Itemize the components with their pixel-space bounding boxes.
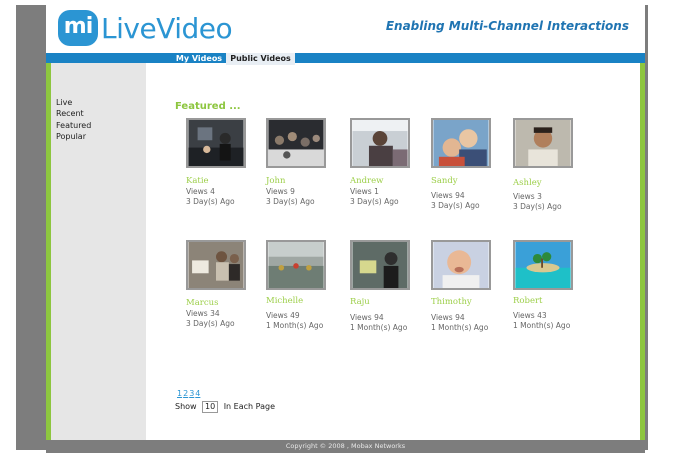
logo-text[interactable]: LiveVideo: [101, 12, 233, 45]
video-title[interactable]: Michelle: [266, 296, 303, 306]
video-views: Views 94: [350, 313, 384, 322]
video-views: Views 9: [266, 187, 295, 196]
page-size-suffix: In Each Page: [223, 402, 275, 411]
sidebar-item-live[interactable]: Live: [56, 98, 72, 107]
video-thumbnail[interactable]: [513, 118, 573, 168]
video-age: 3 Day(s) Ago: [186, 197, 235, 206]
header: mi LiveVideo Enabling Multi-Channel Inte…: [46, 5, 645, 53]
video-thumbnail[interactable]: [350, 118, 410, 168]
video-title[interactable]: John: [266, 176, 285, 186]
page-link[interactable]: 4: [195, 389, 200, 398]
video-title[interactable]: Raju: [350, 297, 370, 307]
video-title[interactable]: Robert: [513, 296, 542, 306]
video-thumbnail[interactable]: [266, 240, 326, 290]
video-age: 3 Day(s) Ago: [266, 197, 315, 206]
video-views: Views 4: [186, 187, 215, 196]
pagination: 1234: [177, 389, 201, 398]
sidebar-item-popular[interactable]: Popular: [56, 132, 86, 141]
video-age: 3 Day(s) Ago: [513, 202, 562, 211]
video-title[interactable]: Katie: [186, 176, 209, 186]
video-age: 1 Month(s) Ago: [350, 323, 408, 332]
page-size-input[interactable]: 10: [202, 401, 219, 413]
video-thumbnail[interactable]: [350, 240, 410, 290]
video-thumbnail[interactable]: [266, 118, 326, 168]
right-accent-bar: [640, 63, 645, 440]
nav-bar: [46, 53, 645, 63]
video-thumbnail[interactable]: [513, 240, 573, 290]
video-views: Views 43: [513, 311, 547, 320]
video-age: 1 Month(s) Ago: [513, 321, 571, 330]
logo-badge[interactable]: mi: [58, 10, 98, 46]
video-age: 3 Day(s) Ago: [431, 201, 480, 210]
video-age: 1 Month(s) Ago: [266, 321, 324, 330]
video-thumbnail[interactable]: [186, 118, 246, 168]
section-title: Featured ...: [175, 101, 241, 112]
video-age: 3 Day(s) Ago: [350, 197, 399, 206]
sidebar-item-featured[interactable]: Featured: [56, 121, 91, 130]
tagline: Enabling Multi-Channel Interactions: [385, 19, 629, 33]
video-views: Views 34: [186, 309, 220, 318]
video-thumbnail[interactable]: [431, 118, 491, 168]
video-title[interactable]: Thimothy: [431, 297, 472, 307]
show-label: Show: [175, 402, 197, 411]
video-age: 3 Day(s) Ago: [186, 319, 235, 328]
sidebar-item-recent[interactable]: Recent: [56, 109, 84, 118]
video-title[interactable]: Andrew: [350, 176, 383, 186]
video-views: Views 1: [350, 187, 379, 196]
page-link[interactable]: 3: [189, 389, 194, 398]
video-title[interactable]: Ashley: [513, 178, 542, 188]
page-size-control: Show 10 In Each Page: [175, 401, 275, 413]
footer: Copyright © 2008 , Mobax Networks: [46, 440, 645, 453]
video-views: Views 3: [513, 192, 542, 201]
left-frame-shadow: [16, 5, 46, 450]
video-thumbnail[interactable]: [186, 240, 246, 290]
video-views: Views 94: [431, 313, 465, 322]
tab-my-videos[interactable]: My Videos: [172, 53, 226, 65]
video-thumbnail[interactable]: [431, 240, 491, 290]
page-frame: mi LiveVideo Enabling Multi-Channel Inte…: [46, 5, 645, 440]
video-views: Views 94: [431, 191, 465, 200]
video-views: Views 49: [266, 311, 300, 320]
sidebar: Live Recent Featured Popular: [51, 63, 146, 440]
tab-public-videos[interactable]: Public Videos: [226, 53, 295, 65]
page-link[interactable]: 1: [177, 389, 182, 398]
video-title[interactable]: Marcus: [186, 298, 218, 308]
video-age: 1 Month(s) Ago: [431, 323, 489, 332]
page-link[interactable]: 2: [183, 389, 188, 398]
video-title[interactable]: Sandy: [431, 176, 458, 186]
